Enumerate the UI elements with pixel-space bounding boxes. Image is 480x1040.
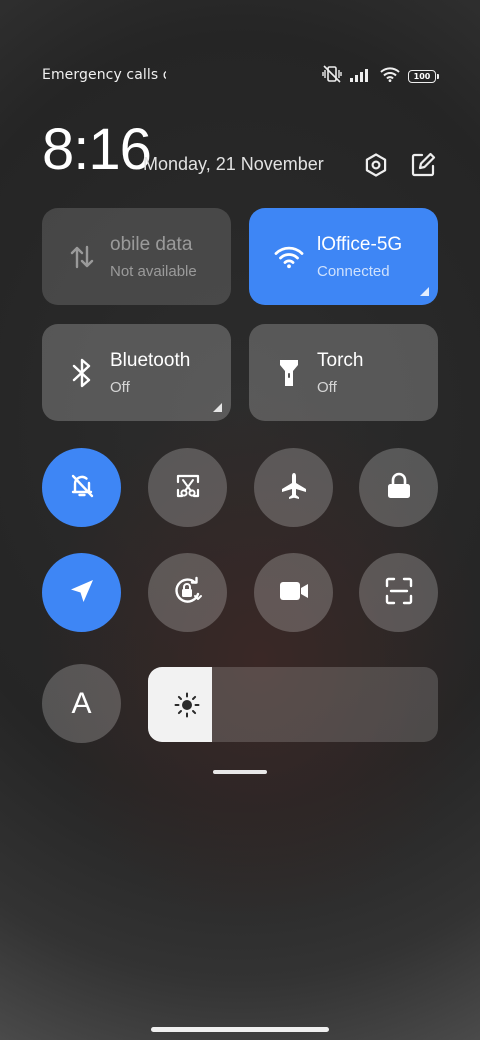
battery-level: 100: [413, 71, 431, 81]
brightness-slider[interactable]: [148, 667, 438, 742]
tile-torch[interactable]: Torch Off: [249, 324, 438, 421]
location-toggle[interactable]: [42, 553, 121, 632]
tile-bluetooth[interactable]: Bluetooth Off: [42, 324, 231, 421]
tile-mobile-data[interactable]: obile data Not available: [42, 208, 231, 305]
settings-icon[interactable]: [361, 150, 391, 180]
scanner-toggle[interactable]: [359, 553, 438, 632]
clock-time: 8:16: [42, 117, 152, 182]
lock-toggle[interactable]: [359, 448, 438, 527]
mute-bell-icon: [68, 472, 96, 504]
bluetooth-icon: [66, 357, 98, 389]
expand-corner-icon[interactable]: [420, 287, 429, 296]
screen-recorder-toggle[interactable]: [254, 553, 333, 632]
expand-corner-icon[interactable]: [213, 403, 222, 412]
scanner-icon: [385, 577, 413, 609]
font-size-icon: A: [71, 686, 92, 720]
wifi-icon: [380, 66, 400, 86]
drag-handle[interactable]: [213, 770, 267, 774]
navigation-bar-handle[interactable]: [151, 1027, 329, 1032]
tile-name: Bluetooth: [110, 350, 191, 371]
mute-toggle[interactable]: [42, 448, 121, 527]
tile-name: lOffice-5G: [317, 234, 403, 255]
video-camera-icon: [279, 580, 309, 606]
edit-icon[interactable]: [408, 150, 438, 180]
clock-date: Monday, 21 November: [143, 154, 324, 174]
airplane-toggle[interactable]: [254, 448, 333, 527]
tile-status: Not available: [110, 263, 197, 280]
battery-icon: 100: [408, 69, 439, 83]
tile-status: Off: [317, 379, 337, 396]
torch-icon: [273, 357, 305, 389]
brightness-icon: [174, 692, 200, 718]
vibrate-mute-icon: [322, 65, 342, 87]
location-icon: [69, 578, 95, 608]
mobile-data-icon: [66, 241, 98, 273]
tile-name: obile data: [110, 234, 193, 255]
status-icons: 100: [322, 65, 439, 87]
font-size-button[interactable]: A: [42, 664, 121, 743]
status-carrier-text: Emergency calls o: [42, 67, 166, 83]
rotation-lock-icon: [173, 576, 203, 610]
wifi-icon: [273, 241, 305, 273]
lock-icon: [386, 472, 412, 504]
rotation-lock-toggle[interactable]: [148, 553, 227, 632]
tile-status: Off: [110, 379, 130, 396]
tile-status: Connected: [317, 263, 390, 280]
screenshot-icon: [174, 472, 202, 504]
tile-name: Torch: [317, 350, 364, 371]
airplane-icon: [279, 471, 309, 505]
signal-icon: [350, 67, 372, 86]
screenshot-toggle[interactable]: [148, 448, 227, 527]
tile-wifi[interactable]: lOffice-5G Connected: [249, 208, 438, 305]
